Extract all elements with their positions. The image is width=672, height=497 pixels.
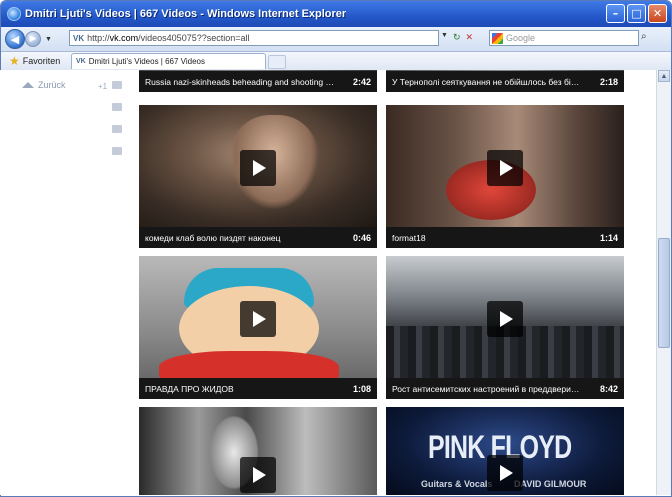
- tab-title: Dmitri Ljuti's Videos | 667 Videos: [88, 57, 205, 66]
- video-title[interactable]: Рост антисемитских настроений в преддвер…: [392, 384, 582, 394]
- google-icon: [492, 32, 503, 44]
- favorites-label[interactable]: Favoriten: [23, 56, 61, 66]
- minimize-button[interactable]: –: [606, 4, 625, 23]
- video-title[interactable]: Russia nazi-skinheads beheading and shoo…: [145, 77, 335, 87]
- play-icon[interactable]: [240, 150, 276, 186]
- close-button[interactable]: ✕: [648, 4, 667, 23]
- video-info-bar: Russia nazi-skinheads beheading and shoo…: [139, 71, 377, 92]
- video-thumbnail[interactable]: [139, 105, 377, 227]
- play-icon[interactable]: [240, 457, 276, 493]
- video-card[interactable]: format18 1:14: [386, 105, 624, 248]
- video-card[interactable]: комеди клаб волю пиздят наконец 0:46: [139, 105, 377, 248]
- video-card[interactable]: Рост антисемитских настроений в преддвер…: [386, 256, 624, 399]
- favorites-star-icon[interactable]: ★: [9, 54, 20, 68]
- forward-button[interactable]: ▶: [25, 31, 41, 47]
- vertical-scrollbar[interactable]: ▲: [656, 70, 671, 495]
- address-toolbar: ◀ ▶ ▼ VK http://vk.com/videos405075??sec…: [1, 27, 671, 52]
- play-icon[interactable]: [487, 150, 523, 186]
- back-arrow-icon: [22, 82, 34, 88]
- favorites-bar: ★ Favoriten VK Dmitri Ljuti's Videos | 6…: [1, 52, 671, 71]
- search-placeholder: Google: [506, 33, 536, 43]
- video-card[interactable]: У Тернополі сеяткування не обійшлось без…: [386, 70, 624, 92]
- video-info-bar: Рост антисемитских настроений в преддвер…: [386, 378, 624, 399]
- back-link[interactable]: Zurück: [22, 80, 66, 90]
- video-title[interactable]: format18: [392, 233, 426, 243]
- back-button[interactable]: ◀: [5, 29, 25, 49]
- photo-icon[interactable]: [112, 103, 122, 111]
- maximize-button[interactable]: □: [627, 4, 646, 23]
- video-duration: 2:42: [352, 76, 371, 87]
- play-icon[interactable]: [487, 301, 523, 337]
- address-dropdown-icon[interactable]: ▼: [441, 32, 448, 43]
- tab-vk-favicon: VK: [76, 58, 86, 65]
- video-title[interactable]: комеди клаб волю пиздят наконец: [145, 233, 281, 243]
- video-card[interactable]: [139, 407, 377, 495]
- video-duration: 1:14: [599, 232, 618, 243]
- settings-icon[interactable]: [112, 147, 122, 155]
- video-card[interactable]: ПРАВДА ПРО ЖИДОВ 1:08: [139, 256, 377, 399]
- video-thumbnail[interactable]: [139, 256, 377, 378]
- video-thumbnail[interactable]: [386, 105, 624, 227]
- vk-favicon: VK: [73, 33, 85, 43]
- video-thumbnail[interactable]: PINK FLOYD Guitars & Vocals DAVID GILMOU…: [386, 407, 624, 495]
- scroll-thumb[interactable]: [658, 238, 670, 348]
- window-controls: – □ ✕: [606, 4, 667, 23]
- ie-icon: [7, 7, 21, 21]
- message-icon[interactable]: [112, 125, 122, 133]
- scroll-up-button[interactable]: ▲: [658, 70, 670, 82]
- address-actions: ▼ ↻ ✕: [441, 32, 473, 43]
- video-title[interactable]: ПРАВДА ПРО ЖИДОВ: [145, 384, 234, 394]
- address-input[interactable]: VK http://vk.com/videos405075??section=a…: [69, 30, 439, 46]
- video-info-bar: ПРАВДА ПРО ЖИДОВ 1:08: [139, 378, 377, 399]
- play-icon[interactable]: [487, 455, 523, 491]
- search-go-icon[interactable]: ⌕: [641, 31, 647, 42]
- refresh-icon[interactable]: ↻: [453, 32, 461, 43]
- video-thumbnail[interactable]: [139, 407, 377, 495]
- url-text: http://vk.com/videos405075??section=all: [87, 33, 250, 43]
- video-duration: 0:46: [352, 232, 371, 243]
- thumb-subtitle-right: DAVID GILMOUR: [514, 479, 587, 489]
- video-duration: 8:42: [599, 383, 618, 394]
- video-duration: 1:08: [352, 383, 371, 394]
- left-sidebar: Zurück +1: [0, 70, 135, 495]
- video-card[interactable]: Russia nazi-skinheads beheading and shoo…: [139, 70, 377, 92]
- title-bar: Dmitri Ljuti's Videos | 667 Videos - Win…: [1, 1, 671, 27]
- play-icon[interactable]: [240, 301, 276, 337]
- new-tab-button[interactable]: [268, 55, 286, 69]
- count-badge: +1: [98, 82, 108, 91]
- stop-icon[interactable]: ✕: [465, 32, 473, 43]
- tab-active[interactable]: VK Dmitri Ljuti's Videos | 667 Videos: [71, 53, 266, 69]
- video-info-bar: У Тернополі сеяткування не обійшлось без…: [386, 71, 624, 92]
- history-dropdown-icon[interactable]: ▼: [45, 36, 52, 43]
- video-thumbnail[interactable]: [386, 256, 624, 378]
- thumb-subtitle-left: Guitars & Vocals: [421, 479, 493, 489]
- video-info-bar: комеди клаб волю пиздят наконец 0:46: [139, 227, 377, 248]
- page-content: Zurück +1 Russia nazi-skinheads beheadin…: [0, 70, 656, 495]
- window-title: Dmitri Ljuti's Videos | 667 Videos - Win…: [25, 8, 347, 20]
- video-info-bar: format18 1:14: [386, 227, 624, 248]
- person-icon[interactable]: [112, 81, 122, 89]
- video-duration: 2:18: [599, 76, 618, 87]
- back-link-label: Zurück: [38, 80, 66, 90]
- video-card[interactable]: PINK FLOYD Guitars & Vocals DAVID GILMOU…: [386, 407, 624, 495]
- video-title[interactable]: У Тернополі сеяткування не обійшлось без…: [392, 77, 582, 87]
- search-input[interactable]: Google: [489, 30, 639, 46]
- thumb-coat: [159, 351, 339, 378]
